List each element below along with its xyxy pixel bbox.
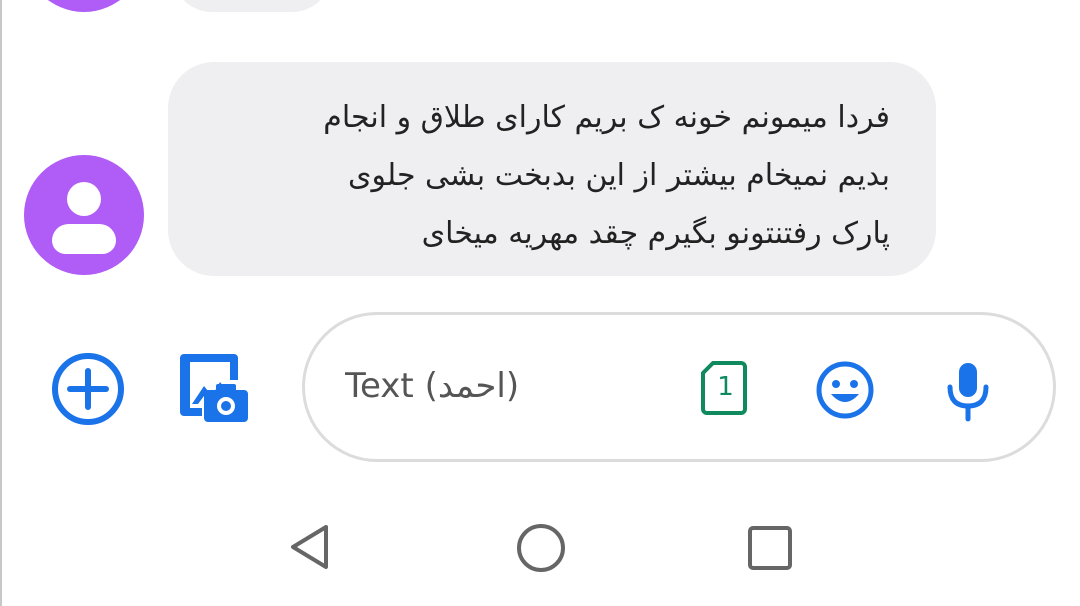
message-line: فردا میمونم خونه ک بریم کارای طلاق و انج… — [323, 100, 890, 135]
message-line: بدیم نمیخام بیشتر از این بدبخت بشی جلوی — [348, 158, 890, 193]
screen-edge — [0, 0, 2, 606]
emoji-button[interactable] — [815, 360, 875, 420]
message-line: پارک رفتنتونو بگیرم چقد مهریه میخای — [421, 216, 890, 251]
previous-message-bubble[interactable] — [172, 0, 332, 12]
add-attachment-button[interactable] — [50, 351, 126, 427]
message-bubble[interactable]: فردا میمونم خونه ک بریم کارای طلاق و انج… — [168, 62, 936, 276]
back-triangle-icon — [291, 525, 328, 569]
home-circle-icon — [517, 524, 565, 572]
nav-back-button[interactable] — [286, 522, 334, 572]
contact-avatar[interactable] — [24, 155, 144, 275]
previous-message-avatar — [24, 0, 144, 12]
sim-selector-button[interactable]: 1 — [699, 360, 749, 416]
gallery-button[interactable] — [176, 350, 252, 426]
compose-bar: 1 — [302, 312, 1056, 462]
nav-home-button[interactable] — [515, 522, 567, 574]
emoji-icon — [816, 361, 874, 419]
nav-recents-button[interactable] — [746, 524, 794, 572]
recents-square-icon — [748, 526, 792, 570]
microphone-icon — [947, 363, 989, 422]
message-input[interactable] — [345, 361, 685, 411]
add-circle-icon — [52, 353, 124, 425]
gallery-camera-icon — [180, 354, 248, 422]
sim-number: 1 — [717, 372, 734, 402]
voice-input-button[interactable] — [941, 359, 995, 423]
